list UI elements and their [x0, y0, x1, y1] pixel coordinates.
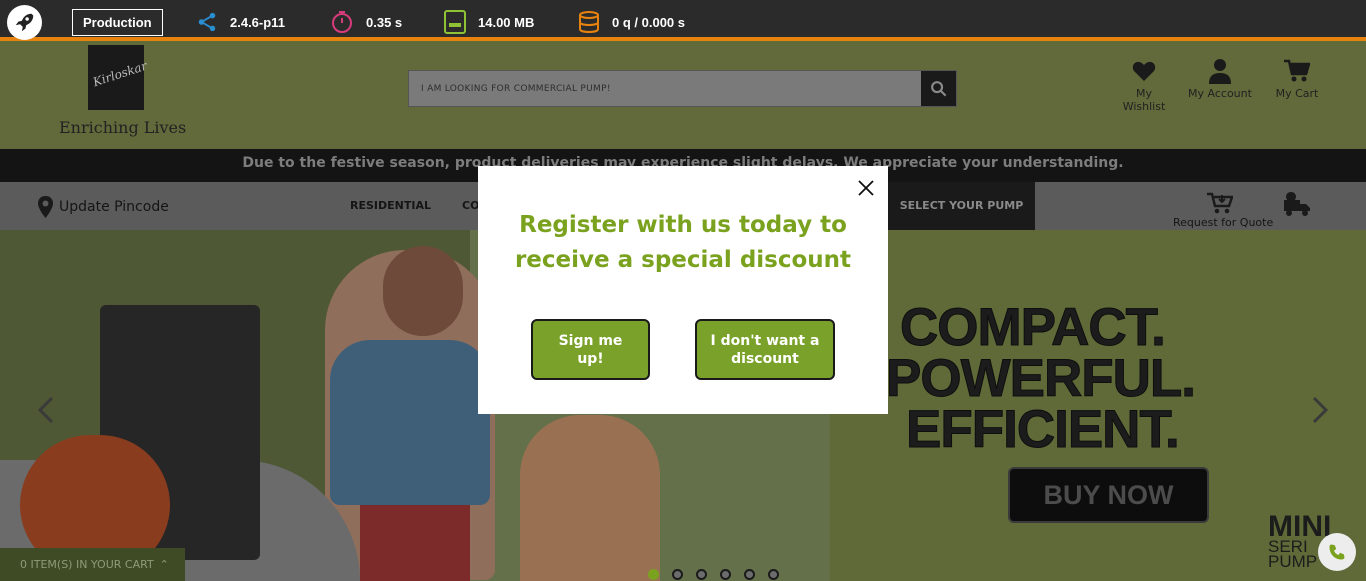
site-header: Kirloskar Enriching Lives My Wishlist My… — [0, 45, 1366, 149]
environment-badge[interactable]: Production — [72, 9, 163, 36]
database-icon — [579, 11, 599, 34]
mini-cart-label: 0 ITEM(S) IN YOUR CART — [20, 558, 154, 571]
debug-toolbar: Production 2.4.6-p11 0.35 s 14.00 MB 0 q… — [0, 0, 1366, 41]
prev-slide-arrow[interactable] — [36, 390, 56, 430]
phone-call-button[interactable] — [1318, 533, 1356, 571]
slider-dot[interactable] — [768, 569, 779, 580]
map-pin-icon — [38, 196, 53, 218]
sign-me-up-button[interactable]: Sign me up! — [531, 319, 650, 380]
memory-item[interactable]: 14.00 MB — [444, 10, 535, 34]
user-icon — [1209, 59, 1231, 84]
request-quote-label: Request for Quote — [1173, 216, 1274, 229]
logo-text: Kirloskar — [91, 58, 149, 90]
version-item[interactable]: 2.4.6-p11 — [196, 11, 285, 33]
no-discount-button[interactable]: I don't want a discount — [695, 319, 835, 380]
search-button[interactable] — [921, 71, 956, 106]
modal-title: Register with us today to receive a spec… — [514, 212, 852, 273]
logo-tagline: Enriching Lives — [59, 118, 187, 137]
rocket-icon[interactable] — [7, 5, 42, 40]
nav-select-your-pump[interactable]: SELECT YOUR PUMP — [888, 182, 1035, 230]
account-label: My Account — [1188, 87, 1252, 100]
discount-modal: Register with us today to receive a spec… — [478, 166, 888, 414]
queries-text: 0 q / 0.000 s — [612, 14, 685, 30]
mini-cart-bar[interactable]: 0 ITEM(S) IN YOUR CART ⌃ — [0, 548, 185, 581]
nav-residential[interactable]: RESIDENTIAL — [350, 199, 431, 212]
search-input[interactable] — [409, 71, 922, 106]
stopwatch-icon — [332, 11, 352, 33]
memory-icon — [444, 10, 466, 34]
slider-dots — [648, 569, 779, 580]
cart-icon — [1284, 59, 1310, 82]
heart-icon — [1132, 61, 1156, 81]
wishlist-label: My Wishlist — [1122, 87, 1166, 113]
slider-dot[interactable] — [720, 569, 731, 580]
slider-dot[interactable] — [672, 569, 683, 580]
next-slide-arrow[interactable] — [1310, 390, 1330, 430]
phone-icon — [1329, 544, 1345, 560]
hero-line-1: COMPACT. — [900, 298, 1167, 357]
cart-label: My Cart — [1275, 87, 1319, 100]
search-icon — [931, 81, 947, 97]
cart-link[interactable]: My Cart — [1273, 55, 1321, 100]
delivery-truck-icon[interactable] — [1283, 192, 1311, 222]
slider-dot[interactable] — [744, 569, 755, 580]
wishlist-link[interactable]: My Wishlist — [1113, 55, 1175, 113]
queries-item[interactable]: 0 q / 0.000 s — [578, 11, 685, 34]
close-icon[interactable] — [856, 178, 876, 198]
hero-line-2: POWERFUL. — [886, 349, 1197, 408]
slider-dot[interactable] — [696, 569, 707, 580]
update-pincode[interactable]: Update Pincode — [38, 196, 169, 218]
time-item[interactable]: 0.35 s — [330, 11, 402, 33]
slider-dot[interactable] — [648, 569, 659, 580]
account-link[interactable]: My Account — [1186, 55, 1254, 100]
chevron-up-icon: ⌃ — [159, 558, 169, 571]
site-logo[interactable]: Kirloskar — [88, 45, 149, 110]
search-bar — [408, 70, 957, 107]
nav-commercial[interactable]: CO — [462, 199, 479, 212]
quote-cart-icon — [1207, 192, 1234, 214]
hero-line-3: EFFICIENT. — [906, 400, 1181, 459]
buy-now-button[interactable]: BUY NOW — [1008, 467, 1209, 523]
pincode-label: Update Pincode — [59, 199, 169, 215]
version-text: 2.4.6-p11 — [230, 14, 285, 30]
banner-photo-boy — [520, 415, 660, 581]
memory-text: 14.00 MB — [478, 14, 535, 30]
hero-headline: COMPACT. POWERFUL. EFFICIENT. — [886, 298, 1197, 459]
share-icon — [198, 12, 216, 32]
time-text: 0.35 s — [366, 14, 403, 30]
